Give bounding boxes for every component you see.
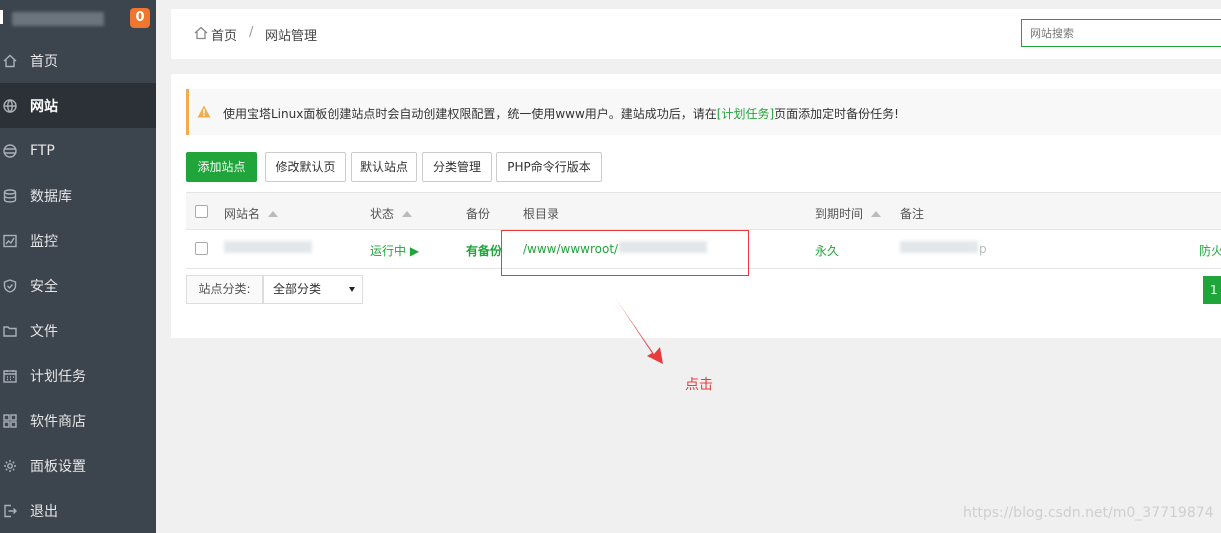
sidebar-item-label: 软件商店 [30, 413, 86, 430]
sidebar-item-7[interactable]: 计划任务 [0, 353, 156, 398]
breadcrumb-current: 网站管理 [265, 29, 318, 44]
sidebar-item-label: 安全 [30, 278, 58, 295]
sidebar-item-10[interactable]: 退出 [0, 488, 156, 533]
sidebar-item-label: FTP [30, 142, 55, 159]
breadcrumb-separator: / [249, 25, 254, 40]
cron-task-link[interactable]: [计划任务] [717, 107, 774, 121]
firewall-link[interactable]: 防火 [1199, 242, 1221, 259]
sort-asc-icon[interactable] [268, 211, 279, 217]
sidebar-item-label: 退出 [30, 503, 58, 520]
sidebar-item-label: 计划任务 [30, 368, 86, 385]
th-backup: 备份 [466, 207, 491, 221]
sidebar-item-3[interactable]: 数据库 [0, 173, 156, 218]
calendar-icon [3, 369, 17, 383]
sidebar-item-8[interactable]: 软件商店 [0, 398, 156, 443]
sidebar-item-1[interactable]: 网站 [0, 83, 156, 128]
notice-text-after: 页面添加定时备份任务! [774, 107, 899, 121]
table-header: 网站名 状态 备份 根目录 到期时间 备注 [186, 192, 1221, 230]
sidebar-item-label: 面板设置 [30, 458, 86, 475]
home-icon [3, 54, 17, 68]
logo-icon [0, 10, 9, 24]
row-checkbox[interactable] [195, 242, 208, 255]
category-label: 站点分类: [186, 275, 263, 304]
th-status-label: 状态 [370, 207, 395, 221]
home-icon [194, 26, 208, 40]
notice-text-before: 使用宝塔Linux面板创建站点时会自动创建权限配置，统一使用www用户。建站成功… [223, 107, 717, 121]
annotation-highlight-box [501, 230, 749, 276]
th-site-name[interactable]: 网站名 [224, 205, 279, 222]
gear-icon [3, 459, 17, 473]
th-root-dir: 根目录 [523, 207, 560, 221]
sidebar-header: 0 [0, 0, 156, 38]
sidebar-item-label: 网站 [30, 98, 58, 115]
sidebar-item-4[interactable]: 监控 [0, 218, 156, 263]
annotation-arrow-icon [616, 299, 663, 364]
sidebar-menu: 首页网站 FTP 数据库监控安全文件计划任务软件商店面板设置退出 [0, 38, 156, 533]
watermark: https://blog.csdn.net/m0_37719874 [963, 505, 1214, 521]
site-management-panel: 使用宝塔Linux面板创建站点时会自动创建权限配置，统一使用www用户。建站成功… [171, 74, 1221, 338]
th-site-name-label: 网站名 [224, 207, 261, 221]
server-name-redacted [12, 12, 104, 26]
sort-asc-icon[interactable] [871, 211, 882, 217]
site-name-redacted[interactable] [224, 241, 312, 253]
globe-icon [3, 98, 17, 113]
shield-icon [3, 278, 17, 293]
category-select[interactable]: 全部分类 [263, 275, 363, 304]
sidebar-item-5[interactable]: 安全 [0, 263, 156, 308]
default-site-button[interactable]: 默认站点 [351, 152, 417, 182]
th-note: 备注 [900, 207, 925, 221]
note-redacted [900, 241, 978, 253]
php-cli-version-button[interactable]: PHP命令行版本 [496, 152, 602, 182]
site-status[interactable]: 运行中 ▶ [370, 242, 419, 259]
sidebar-item-label: 监控 [30, 233, 58, 250]
edit-default-page-button[interactable]: 修改默认页 [265, 152, 346, 182]
th-expire-label: 到期时间 [815, 207, 864, 221]
logout-icon [3, 504, 17, 518]
site-expire[interactable]: 永久 [815, 242, 839, 259]
notice-banner: 使用宝塔Linux面板创建站点时会自动创建权限配置，统一使用www用户。建站成功… [186, 89, 1221, 135]
sidebar-item-0[interactable]: 首页 [0, 38, 156, 83]
site-search-input[interactable] [1021, 19, 1221, 47]
sort-asc-icon[interactable] [402, 211, 413, 217]
annotation-click-text: 点击 [685, 377, 713, 393]
chevron-down-icon [349, 287, 355, 292]
sidebar-item-label: 文件 [30, 323, 58, 340]
sidebar-item-6[interactable]: 文件 [0, 308, 156, 353]
category-manage-button[interactable]: 分类管理 [422, 152, 492, 182]
th-status[interactable]: 状态 [370, 205, 413, 222]
warning-icon [197, 105, 211, 118]
sidebar-item-9[interactable]: 面板设置 [0, 443, 156, 488]
monitor-icon [3, 234, 17, 248]
add-site-button[interactable]: 添加站点 [186, 152, 257, 182]
site-backup[interactable]: 有备份 [466, 242, 502, 259]
notification-badge[interactable]: 0 [130, 8, 150, 28]
site-note[interactable]: p [979, 242, 987, 256]
th-expire-time[interactable]: 到期时间 [815, 205, 882, 222]
sidebar-item-label: 数据库 [30, 188, 72, 205]
grid-icon [3, 413, 17, 428]
breadcrumb-home[interactable]: 首页 [211, 25, 237, 44]
ftp-icon [3, 143, 17, 158]
folder-icon [3, 324, 17, 338]
sidebar-item-2[interactable]: FTP [0, 128, 156, 173]
category-select-value: 全部分类 [273, 282, 322, 296]
sidebar: 0 首页网站 FTP 数据库监控安全文件计划任务软件商店面板设置退出 [0, 0, 156, 533]
sidebar-item-label: 首页 [30, 53, 58, 70]
select-all-checkbox[interactable] [195, 205, 208, 218]
header-bar: 首页 / 网站管理 [171, 9, 1221, 59]
database-icon [3, 188, 17, 203]
pagination-current-page[interactable]: 1 [1203, 276, 1221, 304]
notice-text: 使用宝塔Linux面板创建站点时会自动创建权限配置，统一使用www用户。建站成功… [223, 105, 899, 122]
